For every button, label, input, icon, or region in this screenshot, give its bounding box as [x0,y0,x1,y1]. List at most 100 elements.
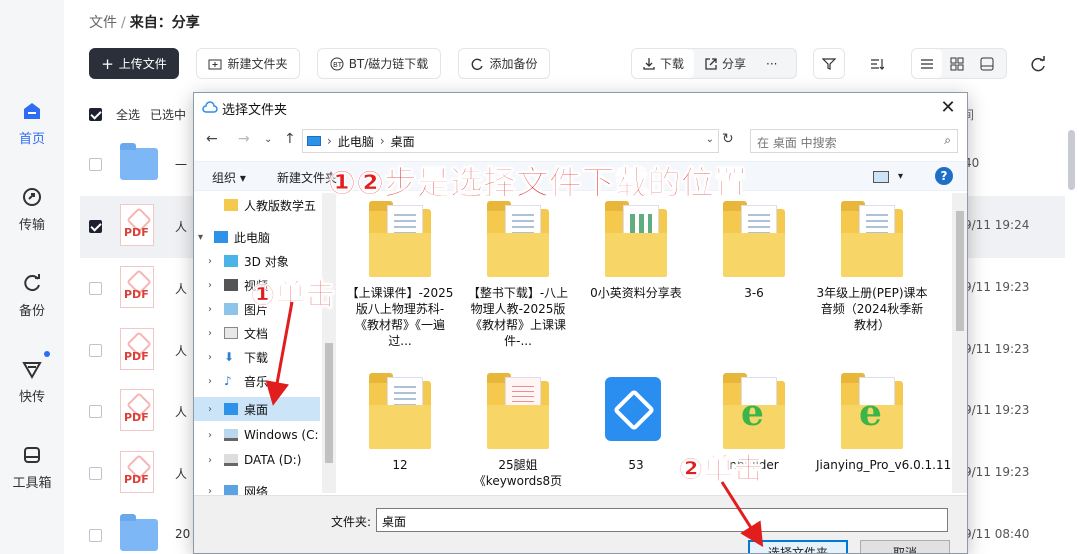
tree-arrow[interactable]: › [208,328,220,339]
bt-download-button[interactable]: BT BT/磁力链下载 [317,48,441,79]
tree-scrollbar[interactable] [322,193,336,493]
file-item[interactable]: 53 [580,369,692,473]
folder-icon [841,201,903,277]
row-checkbox[interactable] [89,344,102,357]
tree-item-folder[interactable]: 人教版数学五 [194,193,320,217]
file-item[interactable]: 【整书下载】-八上物理人教-2025版《教材帮》上课课件-... [462,197,574,349]
help-icon[interactable]: ? [935,167,953,185]
tree-item-music[interactable]: › ♪ 音乐 [194,369,320,393]
tree-arrow[interactable]: › [208,352,220,363]
nav-quick-send[interactable]: 快传 [0,358,64,405]
tree-arrow[interactable]: ▾ [198,232,210,243]
breadcrumb-root[interactable]: 文件 [89,15,117,31]
recent-dropdown-icon[interactable]: ⌄ [264,134,272,145]
folder-icon [120,142,158,188]
row-checkbox[interactable] [89,158,102,171]
app-icon [605,377,661,441]
file-name: 0小英资料分享表 [590,286,682,300]
address-pc[interactable]: 此电脑 [338,133,374,150]
new-folder-button[interactable]: 新建文件夹 [196,48,300,79]
tree-arrow[interactable]: › [208,304,220,315]
tree-label: 桌面 [244,402,269,417]
row-checkbox[interactable] [89,467,102,480]
files-scroll-thumb[interactable] [956,211,964,331]
view-options-icon[interactable] [873,171,889,183]
breadcrumb-sep: / [121,15,126,31]
nav-toolbox[interactable]: 工具箱 [0,444,64,491]
tree-item-drive-d[interactable]: › DATA (D:) [194,448,320,472]
organize-menu[interactable]: 组织 ▾ [212,169,246,186]
nav-backup[interactable]: 备份 [0,272,64,319]
row-checkbox[interactable] [89,282,102,295]
back-arrow-icon[interactable]: ← [206,131,218,147]
search-input[interactable]: 在 桌面 中搜索 ⌕ [750,129,958,153]
row-checkbox[interactable] [89,220,102,233]
file-item[interactable]: 3年级上册(PEP)课本音频（2024秋季新教材） [816,197,928,333]
tree-scroll-thumb[interactable] [325,343,333,463]
nav-home[interactable]: 首页 [0,100,64,147]
forward-arrow-icon[interactable]: → [238,131,250,147]
folder-icon [723,201,785,277]
grid-view-button[interactable] [942,49,972,78]
browser-folder-icon [841,373,903,449]
view-dropdown-icon[interactable]: ▾ [898,171,903,182]
tree-label: 3D 对象 [244,254,289,269]
address-current[interactable]: 桌面 [391,133,415,150]
select-all-checkbox[interactable] [89,108,102,121]
more-button[interactable]: ··· [756,49,787,78]
tree-item-this-pc[interactable]: ▾ 此电脑 [194,225,320,249]
file-name: 【上课课件】-2025版八上物理苏科-《教材帮》《一遍过... [346,286,454,348]
share-button[interactable]: 分享 [694,49,756,78]
nav-transfer[interactable]: 传输 [0,186,64,233]
address-bar[interactable]: › 此电脑 › 桌面 ⌄ [302,129,719,153]
row-name: 20 [175,527,191,541]
tree-arrow[interactable]: › [208,455,220,466]
list-scrollbar[interactable] [1068,130,1075,190]
close-icon[interactable]: ✕ [937,97,959,119]
tree-item-drive-c[interactable]: › Windows (C: [194,423,320,447]
tree-arrow[interactable]: › [208,256,220,267]
tree-arrow[interactable]: › [208,430,220,441]
up-arrow-icon[interactable]: ↑ [284,131,296,147]
annotation-step2: ②单击 [677,452,764,488]
list-view-button[interactable] [912,49,942,78]
bt-download-label: BT/磁力链下载 [348,57,429,71]
file-item[interactable]: 【上课课件】-2025版八上物理苏科-《教材帮》《一遍过... [344,197,456,349]
select-all[interactable]: 全选 已选中 [89,106,186,123]
tree-label: 下载 [244,350,269,365]
download-button[interactable]: 下载 [632,49,695,78]
tree-arrow[interactable]: › [208,376,220,387]
select-folder-button[interactable]: 选择文件夹 [748,540,848,553]
tree-item-downloads[interactable]: › ⬇ 下载 [194,345,320,369]
file-item[interactable]: 3-6 [698,197,810,301]
add-backup-button[interactable]: 添加备份 [458,48,550,79]
filter-button[interactable] [813,48,845,79]
home-icon [24,103,40,119]
folder-name-input[interactable]: 桌面 [376,508,948,532]
file-item[interactable]: 12 [344,369,456,473]
files-scrollbar[interactable] [952,193,967,493]
card-view-button[interactable] [972,49,1002,78]
document-folder-icon [487,373,549,449]
upload-button[interactable]: + 上传文件 [89,48,179,79]
refresh-icon[interactable]: ↻ [722,131,734,147]
refresh-button[interactable] [1024,48,1052,79]
nav-backup-label: 备份 [18,304,45,319]
tree-item-desktop[interactable]: › 桌面 [194,397,320,421]
cancel-button[interactable]: 取消 [860,540,950,553]
file-item[interactable]: 0小英资料分享表 [580,197,692,301]
file-item[interactable]: Jianying_Pro_v6.0.1.11779 [816,369,967,473]
sort-button[interactable] [861,48,893,79]
pc-icon [214,231,228,243]
address-sep: › [379,134,385,148]
tree-arrow[interactable]: › [208,280,220,291]
add-backup-label: 添加备份 [489,57,538,71]
chevron-down-icon[interactable]: ⌄ [706,134,714,145]
row-date: 9/11 19:23 [964,280,1030,294]
row-checkbox[interactable] [89,529,102,542]
address-row: ← → ⌄ ↑ › 此电脑 › 桌面 ⌄ ↻ 在 桌面 中搜索 ⌕ [194,127,967,155]
tree-arrow[interactable]: › [208,404,220,415]
row-checkbox[interactable] [89,405,102,418]
tree-item-documents[interactable]: › 文档 [194,321,320,345]
file-item[interactable]: 25腿姐《keywords8页 [462,369,574,489]
